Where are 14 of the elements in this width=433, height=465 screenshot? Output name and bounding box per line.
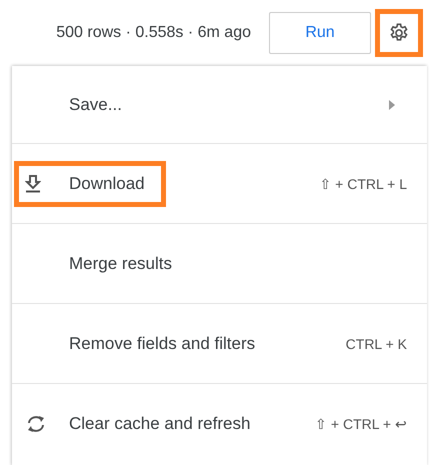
refresh-icon (25, 414, 47, 434)
keyboard-shortcut: ⇧ + CTRL + L (319, 176, 407, 192)
menu-item[interactable]: Download (14, 160, 166, 206)
menu-item[interactable]: Clear cache and refresh (14, 400, 272, 446)
keyboard-shortcut: ⇧ + CTRL + ↩ (315, 416, 407, 432)
submenu-arrow-icon (389, 100, 395, 110)
run-button[interactable]: Run (269, 12, 371, 54)
menu-item[interactable]: Merge results (14, 240, 193, 286)
menu-item[interactable]: Remove fields and filters (14, 320, 276, 366)
keyboard-shortcut: CTRL + K (346, 336, 407, 352)
settings-button[interactable] (375, 9, 423, 57)
query-status: 500 rows · 0.558s · 6m ago (56, 24, 251, 42)
menu-item[interactable]: Save... (14, 82, 143, 128)
download-icon (25, 174, 41, 192)
